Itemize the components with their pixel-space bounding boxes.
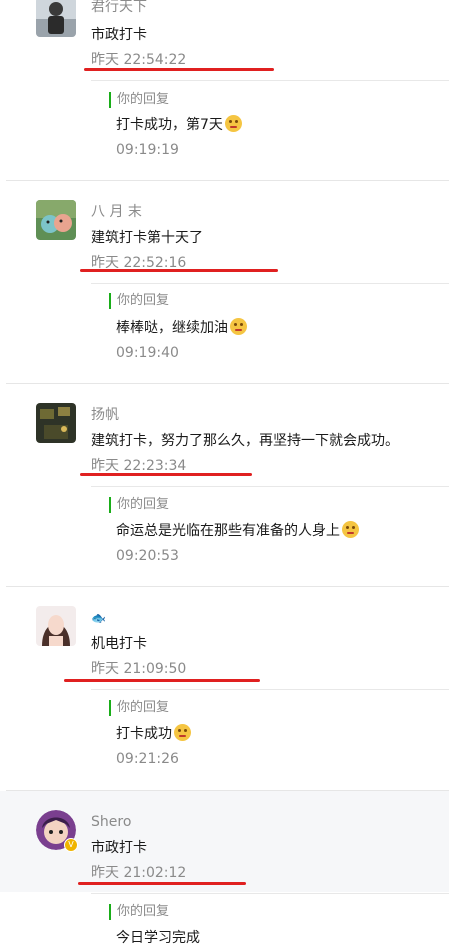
reply-label: 你的回复 xyxy=(109,904,169,920)
red-underline-mark xyxy=(80,269,278,272)
smiling-emoji-icon xyxy=(174,724,191,741)
avatar[interactable] xyxy=(36,606,76,646)
avatar[interactable] xyxy=(36,403,76,443)
commenter-name[interactable]: Shero xyxy=(91,813,131,831)
commenter-name[interactable]: 八 月 末 xyxy=(91,203,142,221)
red-underline-mark xyxy=(84,68,274,71)
commenter-name[interactable]: 扬帆 xyxy=(91,406,119,424)
comment-time: 昨天 22:54:22 xyxy=(91,52,187,68)
reply-text: 棒棒哒，继续加油 xyxy=(116,318,247,338)
divider xyxy=(91,486,449,487)
v-badge-icon: V xyxy=(64,838,78,852)
comment-time: 昨天 21:02:12 xyxy=(91,865,187,881)
reply-label: 你的回复 xyxy=(109,293,169,309)
reply-text: 打卡成功 xyxy=(116,724,191,744)
reply-text: 命运总是光临在那些有准备的人身上 xyxy=(116,521,359,541)
reply-text-content: 打卡成功 xyxy=(116,726,172,742)
comment-item: 扬帆 建筑打卡，努力了那么久，再坚持一下就会成功。 昨天 22:23:34 你的… xyxy=(0,384,449,586)
reply-time: 09:19:19 xyxy=(116,142,179,158)
comment-item: 八 月 末 建筑打卡第十天了 昨天 22:52:16 你的回复 棒棒哒，继续加油… xyxy=(0,181,449,383)
reply-text-content: 棒棒哒，继续加油 xyxy=(116,320,228,336)
divider xyxy=(91,283,449,284)
reply-time: 09:19:40 xyxy=(116,345,179,361)
reply-text: 打卡成功，第7天 xyxy=(116,115,242,135)
reply-text-content: 命运总是光临在那些有准备的人身上 xyxy=(116,523,340,539)
smiling-emoji-icon xyxy=(224,115,242,132)
divider xyxy=(91,689,449,690)
comment-text: 建筑打卡，努力了那么久，再坚持一下就会成功。 xyxy=(91,433,399,449)
comment-time: 昨天 21:09:50 xyxy=(91,661,187,677)
reply-label: 你的回复 xyxy=(109,497,169,513)
comment-item: 君行天下 市政打卡 昨天 22:54:22 你的回复 打卡成功，第7天 09:1… xyxy=(0,0,449,180)
red-underline-mark xyxy=(64,679,260,682)
comment-item: 🐟 机电打卡 昨天 21:09:50 你的回复 打卡成功 09:21:26 xyxy=(0,587,449,790)
reply-label: 你的回复 xyxy=(109,92,169,108)
commenter-name[interactable]: 🐟 xyxy=(91,609,106,627)
comment-text: 市政打卡 xyxy=(91,840,147,856)
divider xyxy=(91,80,449,81)
comment-text: 机电打卡 xyxy=(91,636,147,652)
divider xyxy=(91,893,449,894)
commenter-name[interactable]: 君行天下 xyxy=(91,0,147,16)
red-underline-mark xyxy=(80,473,252,476)
reply-text: 今日学习完成 xyxy=(116,930,200,946)
comment-text: 市政打卡 xyxy=(91,27,147,43)
reply-label: 你的回复 xyxy=(109,700,169,716)
avatar[interactable] xyxy=(36,0,76,37)
reply-time: 09:21:26 xyxy=(116,751,179,767)
smiling-emoji-icon xyxy=(230,318,247,335)
red-underline-mark xyxy=(78,882,246,885)
comment-text: 建筑打卡第十天了 xyxy=(91,230,203,246)
comment-item: V Shero 市政打卡 昨天 21:02:12 xyxy=(0,791,449,892)
smiling-emoji-icon xyxy=(342,521,359,538)
reply-time: 09:20:53 xyxy=(116,548,179,564)
avatar[interactable]: V xyxy=(36,810,78,852)
reply-text-content: 打卡成功，第7天 xyxy=(116,117,223,133)
avatar[interactable] xyxy=(36,200,76,240)
